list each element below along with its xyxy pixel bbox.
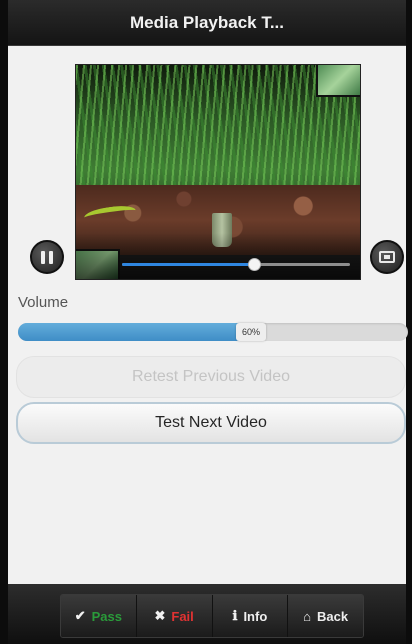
video-controls: [76, 233, 360, 279]
back-button[interactable]: ⌂ Back: [288, 595, 363, 637]
volume-label: Volume: [18, 294, 69, 311]
pass-label: Pass: [91, 608, 123, 624]
check-icon: ✔: [74, 608, 86, 623]
video-player[interactable]: [75, 64, 361, 280]
page-title: Media Playback T...: [129, 12, 284, 32]
pause-button[interactable]: [30, 240, 64, 274]
main-screen: Volume 60% Retest Previous Video Test Ne…: [8, 46, 408, 584]
fail-button[interactable]: ✖ Fail: [136, 595, 213, 637]
pass-button[interactable]: ✔ Pass: [61, 595, 137, 637]
seek-bar-progress: [122, 263, 255, 266]
seek-bar[interactable]: [122, 258, 350, 271]
fullscreen-icon: [379, 251, 395, 263]
info-label: Info: [243, 608, 268, 624]
retest-previous-video-button[interactable]: Retest Previous Video: [16, 356, 406, 398]
video-thumbnail-overlay: [316, 65, 360, 97]
seek-bar-handle[interactable]: [248, 258, 262, 271]
home-icon: ⌂: [303, 608, 312, 624]
bezel-right: [406, 0, 412, 644]
info-button[interactable]: ℹ Info: [212, 595, 289, 637]
volume-slider[interactable]: [18, 323, 408, 341]
volume-value-badge[interactable]: 60%: [236, 323, 266, 341]
bottom-button-group: ✔ Pass ✖ Fail ℹ Info ⌂ Back: [60, 594, 364, 638]
info-icon: ℹ: [232, 608, 238, 623]
fullscreen-button[interactable]: [370, 240, 404, 274]
volume-slider-fill: [18, 323, 252, 341]
title-bar: Media Playback T...: [8, 0, 406, 46]
bezel-left: [0, 0, 8, 644]
pause-icon: [41, 250, 53, 264]
bottom-bar: ✔ Pass ✖ Fail ℹ Info ⌂ Back: [8, 584, 406, 644]
test-next-video-button[interactable]: Test Next Video: [16, 402, 406, 444]
close-icon: ✖: [154, 608, 166, 623]
back-label: Back: [317, 608, 349, 624]
fail-label: Fail: [171, 608, 194, 624]
